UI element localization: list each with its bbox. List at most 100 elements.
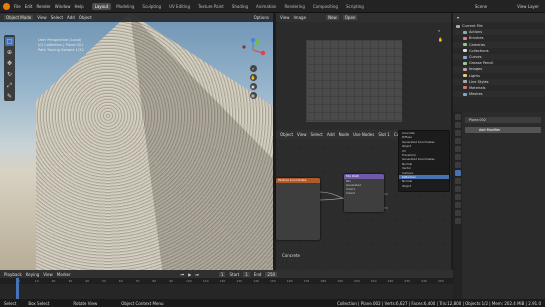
- render-tab-icon[interactable]: [454, 122, 461, 128]
- texture-coordinate-node[interactable]: Texture Coordinate: [276, 178, 320, 240]
- world-tab-icon[interactable]: [454, 154, 461, 160]
- timeline-tick-label: 210: [370, 279, 377, 283]
- tab-sculpting[interactable]: Sculpting: [139, 3, 164, 10]
- shader-node-editor[interactable]: Object View Select Add Node Use Nodes Sl…: [276, 130, 451, 270]
- constraints-tab-icon[interactable]: [454, 194, 461, 200]
- texture-tab-icon[interactable]: [454, 218, 461, 224]
- dropdown-item[interactable]: Object: [399, 184, 449, 188]
- tab-animation[interactable]: Animation: [253, 3, 279, 10]
- data-tab-icon[interactable]: [454, 202, 461, 208]
- tab-layout[interactable]: Layout: [91, 2, 112, 10]
- scale-tool-icon[interactable]: ⤢: [5, 81, 14, 90]
- select-tool-icon[interactable]: □: [5, 37, 14, 46]
- node-menu-select[interactable]: Select: [311, 132, 323, 137]
- menu-help[interactable]: Help: [74, 4, 83, 9]
- menu-edit[interactable]: Edit: [25, 4, 33, 9]
- jump-start-icon[interactable]: ⏮: [181, 272, 185, 277]
- zoom-icon[interactable]: ⌕: [249, 65, 257, 72]
- particles-tab-icon[interactable]: [454, 178, 461, 184]
- timeline-menu-playback[interactable]: Playback: [4, 272, 22, 277]
- tab-texture-paint[interactable]: Texture Paint: [195, 3, 227, 10]
- camera-icon[interactable]: ▣: [249, 83, 257, 90]
- cursor-tool-icon[interactable]: ⊕: [5, 48, 14, 57]
- timeline-tick-label: 100: [186, 279, 192, 283]
- play-icon[interactable]: ▶: [188, 272, 191, 277]
- node-dropdown-menu[interactable]: Concrete Diffuse Generated Coordinates O…: [398, 130, 450, 192]
- viewport-menu-object[interactable]: Object: [79, 15, 92, 20]
- node-menu-node[interactable]: Node: [339, 132, 349, 137]
- pan-hand-icon[interactable]: ✋: [249, 74, 257, 81]
- slot-selector[interactable]: Slot 1: [378, 132, 389, 137]
- node-menu-object[interactable]: Object: [280, 132, 293, 137]
- end-frame-field[interactable]: 250: [265, 271, 278, 277]
- outliner-panel[interactable]: ▾ Current File Actions Brushes Cameras C…: [453, 13, 545, 112]
- node-tree-label: Concrete: [282, 253, 301, 258]
- current-frame-field[interactable]: 1: [218, 271, 226, 277]
- tool-tab-icon[interactable]: [454, 114, 461, 120]
- menu-render[interactable]: Render: [36, 4, 50, 9]
- rotate-tool-icon[interactable]: ↻: [5, 70, 14, 79]
- modifier-wrench-icon[interactable]: [454, 170, 461, 176]
- viewport-menu-select[interactable]: Select: [51, 15, 63, 20]
- tab-compositing[interactable]: Compositing: [310, 3, 341, 10]
- tab-shading[interactable]: Shading: [229, 3, 251, 10]
- image-pan-icon[interactable]: ✋: [438, 37, 443, 42]
- viewport-menu-view[interactable]: View: [37, 15, 47, 20]
- menu-file[interactable]: File: [14, 4, 21, 9]
- playhead[interactable]: [16, 278, 19, 299]
- grid-icon[interactable]: ▦: [249, 92, 257, 99]
- image-editor[interactable]: View Image New Open ⌕ ✋: [276, 13, 451, 130]
- timeline-menu-keying[interactable]: Keying: [26, 272, 39, 277]
- timeline[interactable]: Playback Keying View Marker ⏮ ▶ ⏭ 1 Star…: [0, 270, 453, 299]
- view-layer-selector[interactable]: View Layer: [517, 4, 539, 9]
- 3d-viewport[interactable]: Object Mode View Select Add Object Optio…: [0, 13, 273, 270]
- axis-gizmo-icon[interactable]: [238, 37, 268, 62]
- scene-tab-icon[interactable]: [454, 146, 461, 152]
- viewport-header: Object Mode View Select Add Object Optio…: [0, 13, 273, 22]
- tab-uv-editing[interactable]: UV Editing: [166, 3, 193, 10]
- meshes-icon: [463, 92, 467, 96]
- viewport-menu-add[interactable]: Add: [67, 15, 75, 20]
- use-nodes-checkbox[interactable]: Use Nodes: [353, 132, 374, 137]
- image-menu-image[interactable]: Image: [294, 15, 307, 20]
- timeline-tick-label: 180: [320, 279, 327, 283]
- timeline-tick-label: 190: [337, 279, 343, 283]
- timeline-tick-label: 220: [387, 279, 394, 283]
- timeline-tick-label: 130: [236, 279, 243, 283]
- node-menu-add[interactable]: Add: [327, 132, 335, 137]
- menu-window[interactable]: Window: [55, 4, 71, 9]
- move-tool-icon[interactable]: ✥: [5, 59, 14, 68]
- annotate-tool-icon[interactable]: ✎: [5, 92, 14, 101]
- mode-selector[interactable]: Object Mode: [4, 15, 34, 20]
- blender-logo-icon[interactable]: [3, 2, 10, 10]
- outliner-filter-icon[interactable]: ▾: [457, 15, 459, 20]
- uv-grid-canvas[interactable]: [306, 40, 402, 122]
- tab-modeling[interactable]: Modeling: [113, 3, 137, 10]
- start-frame-field[interactable]: 1: [243, 271, 250, 277]
- top-menu-bar: File Edit Render Window Help Layout Mode…: [0, 0, 545, 13]
- image-zoom-icon[interactable]: ⌕: [438, 28, 440, 33]
- physics-tab-icon[interactable]: [454, 186, 461, 192]
- add-modifier-button[interactable]: Add Modifier: [465, 127, 541, 133]
- timeline-menu-view[interactable]: View: [43, 272, 53, 277]
- outliner-item[interactable]: Meshes: [453, 91, 545, 98]
- jump-end-icon[interactable]: ⏭: [195, 272, 199, 277]
- image-menu-view[interactable]: View: [280, 15, 290, 20]
- output-tab-icon[interactable]: [454, 130, 461, 136]
- object-tab-icon[interactable]: [454, 162, 461, 168]
- timeline-tick-label: 230: [404, 279, 411, 283]
- new-image-button[interactable]: New: [326, 15, 339, 20]
- properties-tabs: [453, 112, 462, 299]
- open-image-button[interactable]: Open: [342, 15, 358, 20]
- properties-panel[interactable]: Plane.002 Add Modifier: [453, 112, 545, 299]
- tab-rendering[interactable]: Rendering: [281, 3, 307, 10]
- options-dropdown[interactable]: Options: [254, 15, 269, 20]
- timeline-menu-marker[interactable]: Marker: [57, 272, 71, 277]
- scene-selector[interactable]: Scene: [475, 4, 487, 9]
- node-menu-view[interactable]: View: [297, 132, 307, 137]
- tab-scripting[interactable]: Scripting: [343, 3, 367, 10]
- mix-rgb-node[interactable]: Mix RGB Mix Generated Color1 Color2: [344, 174, 384, 212]
- object-name-field[interactable]: Plane.002: [465, 117, 541, 123]
- view-layer-tab-icon[interactable]: [454, 138, 461, 144]
- material-tab-icon[interactable]: [454, 210, 461, 216]
